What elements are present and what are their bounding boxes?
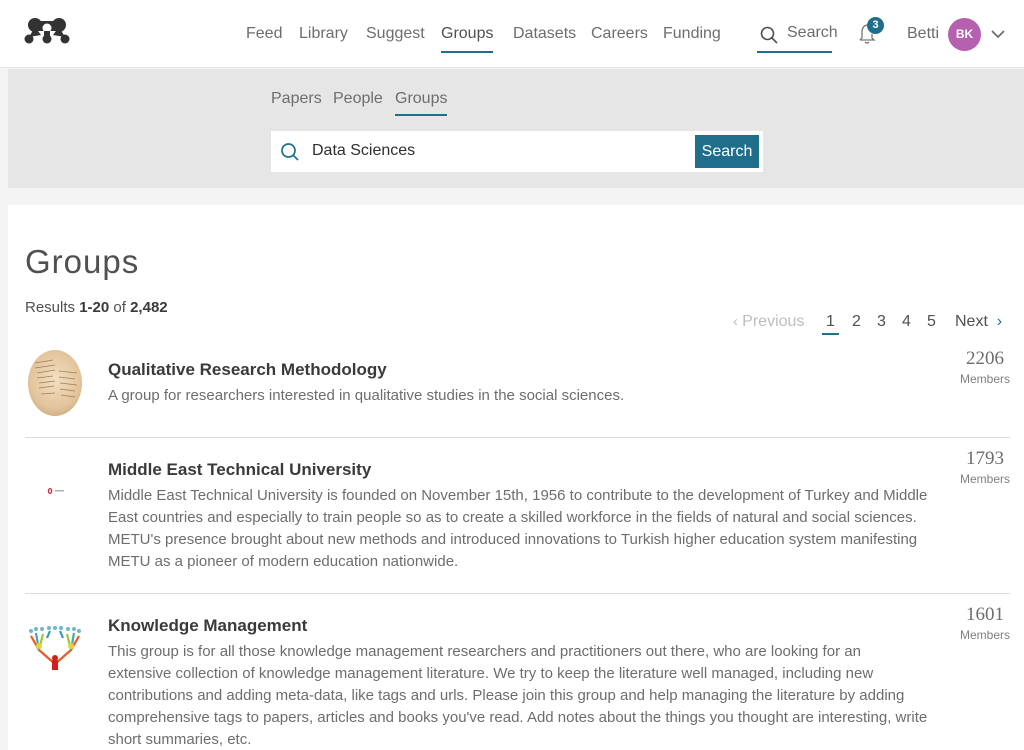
group-description: This group is for all those knowledge ma… — [108, 643, 928, 748]
search-box: Search — [271, 131, 763, 172]
group-title[interactable]: Qualitative Research Methodology — [108, 360, 387, 380]
divider — [25, 437, 1010, 438]
notification-count-badge: 3 — [867, 17, 884, 34]
results-range: 1-20 — [79, 299, 110, 316]
group-members-label: Members — [959, 628, 1010, 642]
page-3[interactable]: 3 — [877, 312, 886, 332]
search-icon — [281, 143, 299, 161]
group-member-count: 1793 — [966, 448, 1004, 469]
nav-library[interactable]: Library — [299, 24, 348, 44]
top-navigation-bar: Feed Library Suggest Groups Datasets Car… — [0, 0, 1024, 68]
group-thumbnail-people-network[interactable] — [25, 616, 85, 676]
group-title[interactable]: Middle East Technical University — [108, 460, 371, 480]
next-label: Next — [955, 313, 988, 330]
nav-datasets[interactable]: Datasets — [513, 24, 576, 44]
page-2[interactable]: 2 — [852, 312, 861, 332]
previous-label: Previous — [742, 313, 805, 330]
chevron-right-icon: › — [987, 313, 1003, 330]
nav-feed[interactable]: Feed — [246, 24, 282, 44]
group-description: A group for researchers interested in qu… — [108, 387, 625, 404]
results-count: Results 1-20 of 2,482 — [25, 299, 168, 316]
group-member-count: 1601 — [966, 604, 1004, 625]
nav-groups[interactable]: Groups — [441, 24, 494, 53]
search-tab-papers[interactable]: Papers — [271, 89, 322, 109]
user-avatar[interactable]: BK — [948, 18, 981, 51]
nav-search-label: Search — [787, 24, 838, 41]
group-members-label: Members — [959, 372, 1010, 386]
page-title: Groups — [25, 243, 140, 280]
group-members-label: Members — [959, 472, 1010, 486]
group-thumbnail-manuscript[interactable] — [25, 349, 85, 417]
page-5[interactable]: 5 — [927, 312, 936, 332]
group-thumbnail-metu-logo[interactable] — [25, 460, 85, 528]
group-title[interactable]: Knowledge Management — [108, 616, 307, 636]
nav-funding[interactable]: Funding — [663, 24, 721, 44]
results-total: 2,482 — [130, 299, 168, 316]
group-member-count: 2206 — [966, 348, 1004, 369]
nav-careers[interactable]: Careers — [591, 24, 648, 44]
group-description: Middle East Technical University is foun… — [108, 487, 928, 570]
results-prefix: Results — [25, 299, 76, 316]
search-icon — [760, 26, 778, 44]
user-name[interactable]: Betti — [907, 24, 939, 44]
divider — [25, 593, 1010, 594]
search-button[interactable]: Search — [695, 135, 759, 168]
search-tab-groups[interactable]: Groups — [395, 89, 448, 116]
page-4[interactable]: 4 — [902, 312, 911, 332]
chevron-down-icon[interactable] — [990, 28, 1006, 40]
search-input[interactable] — [312, 139, 692, 163]
nav-suggest[interactable]: Suggest — [366, 24, 425, 44]
next-page-button[interactable]: Next › — [955, 312, 1002, 332]
chevron-left-icon: ‹ — [733, 313, 743, 330]
results-of: of — [113, 299, 126, 316]
search-tab-people[interactable]: People — [333, 89, 383, 109]
previous-page-button: ‹ Previous — [733, 312, 804, 332]
mendeley-logo-icon[interactable] — [24, 17, 70, 45]
page-1[interactable]: 1 — [822, 312, 839, 335]
